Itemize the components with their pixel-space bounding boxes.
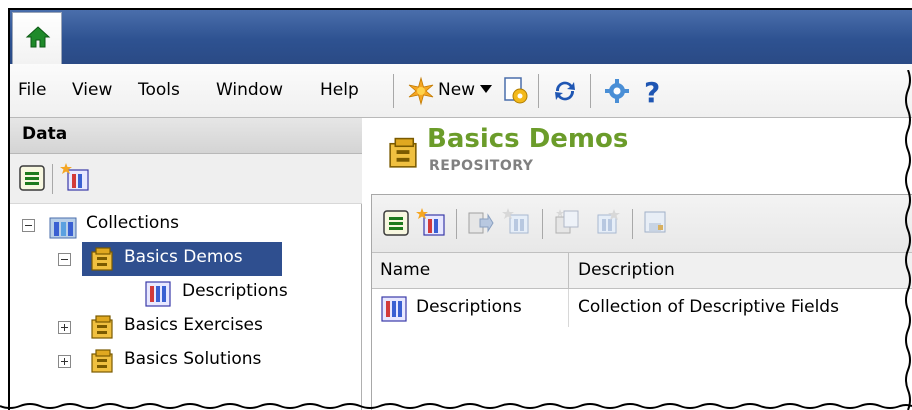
title-bar xyxy=(10,10,912,64)
menu-tools[interactable]: Tools xyxy=(138,80,180,100)
toolbar-separator xyxy=(52,164,53,194)
menu-help[interactable]: Help xyxy=(320,80,359,100)
home-icon xyxy=(25,26,51,48)
column-header-description[interactable]: Description xyxy=(578,260,675,280)
new-collection-icon[interactable] xyxy=(416,207,448,239)
table-header: Name Description xyxy=(372,253,912,289)
repository-subtitle: REPOSITORY xyxy=(429,158,534,174)
tree-node-basics-solutions[interactable]: Basics Solutions xyxy=(10,344,362,378)
add-field-icon[interactable] xyxy=(502,207,532,237)
tree-node-basics-exercises[interactable]: Basics Exercises xyxy=(10,310,362,344)
torn-edge-bottom xyxy=(0,403,912,409)
column-header-name[interactable]: Name xyxy=(380,260,430,280)
document-gear-icon[interactable] xyxy=(500,76,530,106)
repository-icon xyxy=(91,247,113,271)
tree-node-label: Collections xyxy=(86,213,179,233)
settings-cog-icon[interactable] xyxy=(602,76,632,106)
main-frame: File View Tools Window Help New ? Data C… xyxy=(8,8,912,410)
tree-node-descriptions[interactable]: Descriptions xyxy=(10,276,362,310)
data-panel-header: Data xyxy=(10,118,362,154)
home-button[interactable] xyxy=(12,12,62,64)
list-properties-icon[interactable] xyxy=(18,164,46,192)
tree-node-basics-demos[interactable]: Basics Demos xyxy=(10,242,362,276)
cell-name: Descriptions xyxy=(416,297,522,317)
help-icon[interactable]: ? xyxy=(640,76,664,106)
tree-expander-minus[interactable] xyxy=(22,219,35,232)
toolbar-separator xyxy=(632,209,633,239)
menu-file[interactable]: File xyxy=(18,80,46,100)
repository-header: Basics Demos REPOSITORY xyxy=(363,118,912,192)
menu-bar: File View Tools Window Help New ? xyxy=(10,64,912,118)
list-properties-icon[interactable] xyxy=(382,209,410,237)
tree-node-label: Basics Solutions xyxy=(124,349,262,369)
new-star-icon[interactable] xyxy=(406,76,436,106)
table-row[interactable]: Descriptions Collection of Descriptive F… xyxy=(372,289,912,327)
toolbar-separator xyxy=(542,209,543,239)
refresh-icon[interactable] xyxy=(550,76,580,106)
toolbar-separator xyxy=(538,74,539,108)
tree-node-label: Basics Exercises xyxy=(124,315,263,335)
column-divider[interactable] xyxy=(568,253,569,289)
cell-divider xyxy=(568,289,569,327)
menu-window[interactable]: Window xyxy=(216,80,283,100)
repository-contents: Name Description Descriptions Collection… xyxy=(371,194,912,410)
collections-icon xyxy=(49,217,77,239)
collection-icon xyxy=(145,281,171,307)
data-panel-toolbar xyxy=(10,154,362,204)
tree-expander-plus[interactable] xyxy=(58,355,71,368)
repository-icon xyxy=(389,137,417,168)
svg-text:?: ? xyxy=(644,76,660,106)
tree-node-collections[interactable]: Collections xyxy=(10,208,362,242)
paste-icon[interactable] xyxy=(592,207,624,239)
chevron-down-icon[interactable] xyxy=(480,84,492,94)
menu-view[interactable]: View xyxy=(72,80,112,100)
copy-icon[interactable] xyxy=(552,207,584,239)
toolbar-separator xyxy=(393,74,394,108)
save-icon[interactable] xyxy=(642,209,668,235)
tree-expander-minus[interactable] xyxy=(58,253,71,266)
repository-panel: Basics Demos REPOSITORY Name Description… xyxy=(363,118,912,410)
new-collection-icon[interactable] xyxy=(60,162,92,194)
cell-description: Collection of Descriptive Fields xyxy=(578,297,839,317)
app-window: File View Tools Window Help New ? Data C… xyxy=(0,0,912,410)
tree-node-label: Basics Demos xyxy=(124,247,243,267)
tree-node-label: Descriptions xyxy=(182,281,288,301)
data-panel-title: Data xyxy=(22,124,68,144)
repository-title: Basics Demos xyxy=(427,124,629,154)
toolbar-separator xyxy=(590,74,591,108)
tree-expander-plus[interactable] xyxy=(58,321,71,334)
new-button[interactable]: New xyxy=(438,80,475,100)
torn-edge-right xyxy=(905,70,911,410)
repository-icon xyxy=(91,315,113,339)
export-icon[interactable] xyxy=(466,209,494,237)
collection-icon xyxy=(381,296,407,322)
repository-toolbar xyxy=(372,195,912,253)
toolbar-separator xyxy=(456,209,457,239)
repository-icon xyxy=(91,349,113,373)
data-panel: Data Collections Basics Demos Descriptio… xyxy=(10,118,362,410)
